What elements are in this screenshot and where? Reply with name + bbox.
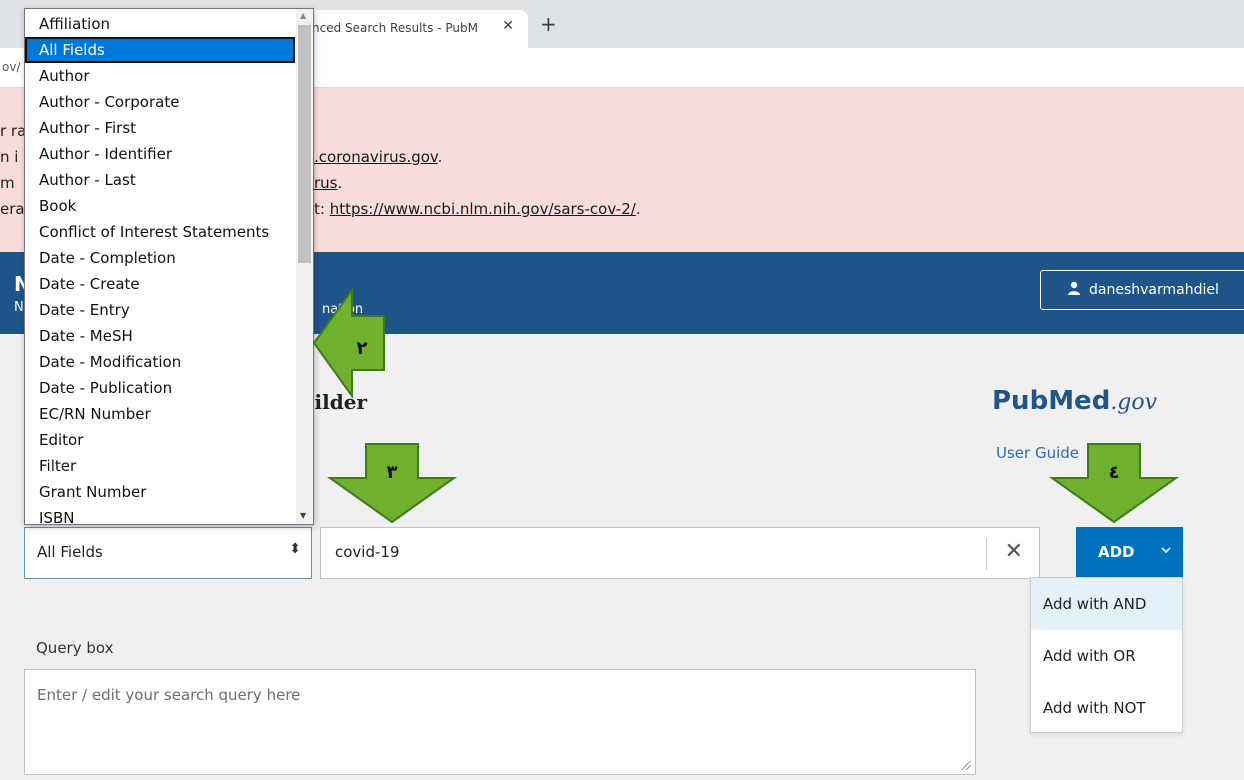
dropdown-option[interactable]: Grant Number [25, 479, 295, 505]
alert-line: r ra [0, 122, 27, 140]
field-select-value: All Fields [37, 543, 103, 561]
input-divider [986, 538, 987, 570]
dropdown-option[interactable]: Date - Completion [25, 245, 295, 271]
alert-period: . [337, 174, 343, 192]
dropdown-option[interactable]: Author - Last [25, 167, 295, 193]
alert-link-line-1: .coronavirus.gov. [314, 148, 442, 166]
alert-line: era [0, 200, 25, 218]
annotation-arrow-down: ٤ [1048, 443, 1180, 524]
dropdown-option[interactable]: EC/RN Number [25, 401, 295, 427]
dropdown-option[interactable]: Author [25, 63, 295, 89]
ncbi-subtitle: N [14, 300, 24, 315]
query-box-placeholder: Enter / edit your search query here [37, 686, 301, 704]
user-name: daneshvarmahdiel [1089, 282, 1219, 298]
annotation-label: ٢ [357, 338, 368, 359]
dropdown-option[interactable]: Date - Entry [25, 297, 295, 323]
dropdown-option[interactable]: Affiliation [25, 11, 295, 37]
resize-grip-icon[interactable] [961, 760, 971, 770]
scroll-up-icon[interactable]: ▲ [300, 11, 306, 20]
new-tab-button[interactable]: + [540, 14, 557, 34]
annotation-arrow-down: ٣ [326, 443, 458, 524]
add-options-menu: Add with AND Add with OR Add with NOT [1030, 577, 1183, 733]
search-field-dropdown-list: Affiliation All Fields Author Author - C… [24, 8, 314, 525]
alert-link-line-3: t: https://www.ncbi.nlm.nih.gov/sars-cov… [314, 200, 641, 218]
logo-med: Med [1048, 386, 1111, 416]
tab-title: nced Search Results - PubM [312, 21, 478, 35]
dropdown-option[interactable]: Date - Publication [25, 375, 295, 401]
logo-gov: .gov [1110, 390, 1158, 415]
alert-link-line-2: rus. [314, 174, 342, 192]
alert-line: m [0, 174, 15, 192]
dropdown-option[interactable]: Editor [25, 427, 295, 453]
add-with-not-option[interactable]: Add with NOT [1031, 682, 1182, 734]
dropdown-option[interactable]: Date - MeSH [25, 323, 295, 349]
dropdown-option[interactable]: Filter [25, 453, 295, 479]
dropdown-option[interactable]: Author - Identifier [25, 141, 295, 167]
alert-period: . [437, 148, 443, 166]
annotation-label: ٤ [1109, 462, 1120, 483]
search-field-select[interactable]: All Fields ⬍ [24, 527, 312, 579]
dropdown-option-selected[interactable]: All Fields [25, 37, 295, 63]
ncbi-sars-cov-2-link[interactable]: https://www.ncbi.nlm.nih.gov/sars-cov-2/ [330, 200, 636, 218]
coronavirus-gov-link[interactable]: .coronavirus.gov [314, 148, 438, 166]
clear-input-icon[interactable]: ✕ [1005, 539, 1023, 565]
dropdown-option[interactable]: Author - First [25, 115, 295, 141]
chevron-down-icon[interactable] [1161, 543, 1171, 557]
add-with-and-option[interactable]: Add with AND [1031, 578, 1182, 630]
dropdown-option[interactable]: Book [25, 193, 295, 219]
annotation-arrow-left: ٢ [312, 288, 385, 398]
alert-line: n i [0, 148, 19, 166]
tab-close-icon[interactable]: ✕ [502, 18, 514, 34]
browser-tab[interactable]: nced Search Results - PubM ✕ [292, 10, 528, 48]
query-box-textarea[interactable]: Enter / edit your search query here [24, 669, 976, 775]
add-with-or-option[interactable]: Add with OR [1031, 630, 1182, 682]
user-account-button[interactable]: daneshvarmahdiel [1040, 270, 1244, 310]
annotation-label: ٣ [387, 462, 398, 483]
add-button[interactable]: ADD [1076, 527, 1183, 577]
dropdown-option[interactable]: Date - Modification [25, 349, 295, 375]
dropdown-option[interactable]: ISBN [25, 505, 295, 524]
pubmed-logo[interactable]: PubMed.gov [992, 386, 1157, 416]
add-button-label: ADD [1098, 543, 1135, 561]
dropdown-scrollbar[interactable]: ▲ ▼ [296, 9, 313, 524]
dropdown-option[interactable]: Author - Corporate [25, 89, 295, 115]
alert-period: . [635, 200, 641, 218]
alert-text: t: [314, 200, 330, 218]
coronavirus-link[interactable]: rus [314, 174, 338, 192]
logo-pub: Pub [992, 386, 1049, 416]
url-text: ov/ [2, 60, 21, 74]
scrollbar-thumb[interactable] [298, 25, 311, 263]
dropdown-option[interactable]: Conflict of Interest Statements [25, 219, 295, 245]
select-arrows-icon: ⬍ [289, 541, 301, 557]
dropdown-option[interactable]: Date - Create [25, 271, 295, 297]
user-icon [1067, 281, 1081, 299]
scroll-down-icon[interactable]: ▼ [300, 511, 306, 520]
search-term-value: covid-19 [335, 543, 400, 561]
query-box-label: Query box [36, 639, 114, 657]
search-term-input[interactable]: covid-19 ✕ [320, 527, 1040, 579]
